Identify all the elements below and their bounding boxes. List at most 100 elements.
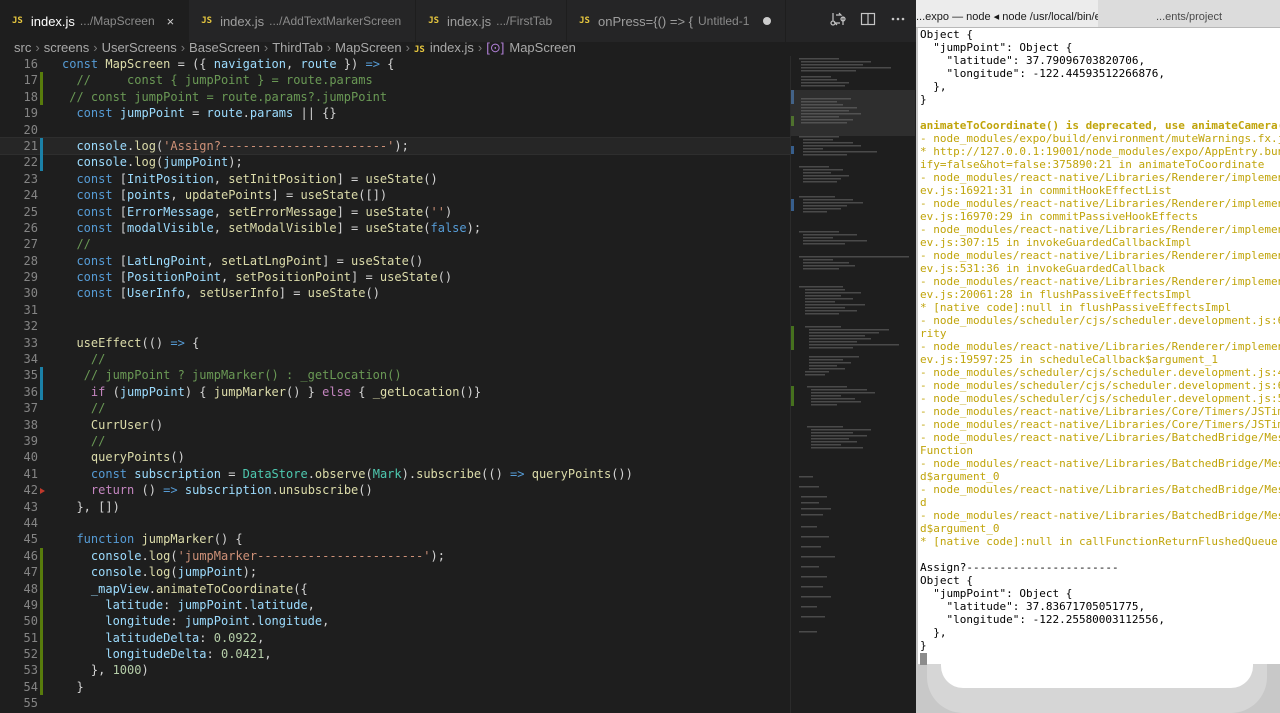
tab-untitled-1[interactable]: JS onPress={() => { Untitled-1	[567, 0, 787, 42]
code-line[interactable]: 33 useEffect(() => {	[0, 335, 790, 351]
code-line[interactable]: 25 const [ErrorMessage, setErrorMessage]…	[0, 204, 790, 220]
terminal-line: "jumpPoint": Object {	[920, 587, 1073, 600]
code-line[interactable]: 20	[0, 122, 790, 138]
terminal-tab-project[interactable]: ...ents/project	[1098, 0, 1280, 27]
git-change-marker[interactable]	[40, 596, 43, 614]
git-change-marker[interactable]	[40, 72, 43, 89]
git-change-marker[interactable]	[40, 547, 43, 565]
code-line[interactable]: 44	[0, 515, 790, 531]
code-line[interactable]: 19 const jumpPoint = route.params || {}	[0, 105, 790, 121]
code-line[interactable]: 37 //	[0, 400, 790, 416]
code-line[interactable]: 50 longitude: jumpPoint.longitude,	[0, 613, 790, 630]
line-number: 30	[23, 286, 38, 301]
code-line[interactable]: 47 console.log(jumpPoint);	[0, 564, 790, 581]
breadcrumb-item[interactable]: src	[14, 40, 31, 55]
terminal-line: d$argument_0	[920, 470, 1000, 483]
code-line[interactable]: 27 //	[0, 236, 790, 252]
breadcrumb-item[interactable]: ThirdTab	[272, 40, 323, 55]
split-editor-icon[interactable]	[860, 11, 876, 31]
git-change-marker[interactable]	[40, 678, 43, 696]
git-change-marker[interactable]	[40, 629, 43, 647]
breadcrumb-item[interactable]: MapScreen	[335, 40, 401, 55]
phone-screen-edge	[941, 664, 1253, 688]
code-line[interactable]: 29 const [PositionPoint, setPositionPoin…	[0, 269, 790, 285]
git-change-marker[interactable]	[40, 580, 43, 597]
git-change-marker[interactable]	[40, 613, 43, 630]
terminal-output[interactable]: Object { "jumpPoint": Object { "latitude…	[918, 28, 1280, 665]
code-line[interactable]: 24 const [points, updatePoints] = useSta…	[0, 187, 790, 203]
code-line[interactable]: 54 }	[0, 678, 790, 696]
code-text: longitude: jumpPoint.longitude,	[105, 614, 330, 629]
code-line[interactable]: 42 return () => subscription.unsubscribe…	[0, 482, 790, 498]
line-number: 23	[23, 171, 38, 186]
code-line[interactable]: 30 const [UserInfo, setUserInfo] = useSt…	[0, 285, 790, 301]
terminal-line: - node_modules/react-native/Libraries/Re…	[920, 197, 1280, 210]
breadcrumb-item[interactable]: BaseScreen	[189, 40, 260, 55]
breadcrumb-item[interactable]: UserScreens	[102, 40, 177, 55]
code-line[interactable]: 49 latitude: jumpPoint.latitude,	[0, 596, 790, 614]
tab-path: .../AddTextMarkerScreen	[269, 14, 402, 28]
code-line[interactable]: 18 // const jumpPoint = route.params?.ju…	[0, 88, 790, 106]
line-number: 27	[23, 237, 38, 252]
terminal-line: d	[920, 496, 927, 509]
code-line[interactable]: 16 const MapScreen = ({ navigation, route…	[0, 56, 790, 72]
git-change-marker[interactable]	[40, 137, 43, 155]
git-change-marker[interactable]	[40, 488, 45, 495]
breadcrumb-item[interactable]: screens	[44, 40, 90, 55]
code-line[interactable]: 55	[0, 695, 790, 711]
js-file-icon: JS	[428, 16, 440, 26]
line-number: 42	[23, 483, 38, 498]
code-line[interactable]: 46 console.log('jumpMarker--------------…	[0, 547, 790, 565]
code-line[interactable]: 28 const [LatLngPoint, setLatLngPoint] =…	[0, 253, 790, 269]
tab-addtextmarker-index[interactable]: JS index.js .../AddTextMarkerScreen	[189, 0, 417, 42]
terminal-tab-expo[interactable]: ...expo — node ◂ node /usr/local/bin/exp…	[916, 0, 1098, 27]
code-line[interactable]: 43 }, [])	[0, 499, 790, 515]
code-line[interactable]: 35 // jumpPoint ? jumpMarker() : _getLoc…	[0, 367, 790, 384]
breadcrumb-item[interactable]: index.js	[430, 40, 474, 55]
code-line[interactable]: 39 //	[0, 433, 790, 449]
git-change-marker[interactable]	[40, 564, 43, 581]
code-line[interactable]: 36 if (jumpPoint) { jumpMarker() } else …	[0, 383, 790, 401]
unsaved-dot-icon[interactable]	[763, 17, 772, 25]
code-line[interactable]: 41 const subscription = DataStore.observ…	[0, 466, 790, 482]
minimap-viewport-slider[interactable]	[791, 90, 915, 136]
close-icon[interactable]: ×	[167, 14, 175, 29]
terminal-line: Object {	[920, 574, 973, 587]
code-line[interactable]: 48 _mapView.animateToCoordinate({	[0, 580, 790, 597]
line-number: 49	[23, 597, 38, 612]
code-line[interactable]: 38 CurrUser()	[0, 417, 790, 433]
code-text: queryPoints()	[90, 450, 185, 465]
js-file-icon: JS	[12, 16, 23, 26]
code-line[interactable]: 40 queryPoints()	[0, 449, 790, 465]
code-line[interactable]: 34 //	[0, 351, 790, 367]
minimap[interactable]	[790, 56, 916, 713]
minimap-preview	[791, 58, 909, 633]
git-change-marker[interactable]	[40, 367, 43, 384]
terminal-line: - node_modules/react-native/Libraries/Re…	[920, 340, 1280, 353]
code-line[interactable]: 51 latitudeDelta: 0.0922,	[0, 629, 790, 647]
git-change-marker[interactable]	[40, 662, 43, 679]
compare-changes-icon[interactable]	[830, 11, 846, 31]
code-line[interactable]: 26 const [modalVisible, setModalVisible]…	[0, 220, 790, 236]
breadcrumb-item[interactable]: MapScreen	[509, 40, 575, 55]
tab-mapscreen-index[interactable]: JS index.js .../MapScreen ×	[0, 0, 190, 42]
code-line[interactable]: 23 const [InitPosition, setInitPosition]…	[0, 171, 790, 187]
code-line[interactable]: 52 longitudeDelta: 0.0421,	[0, 646, 790, 663]
line-number: 37	[23, 401, 38, 416]
git-change-marker[interactable]	[40, 154, 43, 171]
code-line[interactable]: 17 // const { jumpPoint } = route.params	[0, 72, 790, 89]
code-line[interactable]: 45 function jumpMarker() {	[0, 531, 790, 547]
code-line[interactable]: 32	[0, 318, 790, 334]
line-number: 26	[23, 220, 38, 235]
tab-firsttab-index[interactable]: JS index.js .../FirstTab	[416, 0, 568, 42]
git-change-marker[interactable]	[40, 88, 43, 106]
code-line[interactable]: 21 console.log('Assign?-----------------…	[0, 136, 791, 156]
code-area[interactable]: 16 const MapScreen = ({ navigation, route…	[0, 56, 791, 712]
git-change-marker[interactable]	[40, 646, 43, 663]
git-change-marker[interactable]	[40, 383, 43, 401]
code-line[interactable]: 22 console.log(jumpPoint);	[0, 154, 790, 171]
code-line[interactable]: 31	[0, 302, 790, 318]
terminal-line: d$argument_0	[920, 522, 1000, 535]
code-line[interactable]: 53 }, 1000)	[0, 662, 790, 679]
more-actions-icon[interactable]	[890, 11, 906, 31]
